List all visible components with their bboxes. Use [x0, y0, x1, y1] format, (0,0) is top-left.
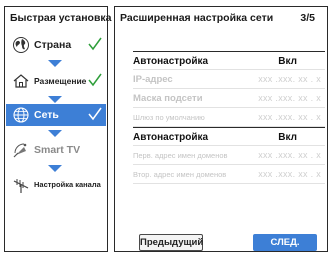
setting-label: Перв. адрес имен доменов: [133, 151, 228, 160]
setting-label: Шлюз по умолчанию: [133, 113, 205, 122]
globe-icon: [13, 37, 29, 53]
step-placement-label: Размещение: [34, 76, 87, 86]
secondary-dns-row: Втор. адрес имен доменов xxx .xxx. xx . …: [133, 165, 325, 184]
subnet-mask-row: Маска подсети xxx .xxx. xx . x: [133, 89, 325, 108]
setting-label: Маска подсети: [133, 93, 203, 104]
antenna-icon: [13, 179, 29, 193]
auto-config-row[interactable]: Автонастройка Вкл: [133, 51, 325, 70]
dns-auto-config-row[interactable]: Автонастройка Вкл: [133, 127, 325, 146]
next-button[interactable]: СЛЕД.: [253, 234, 317, 251]
step-network[interactable]: Сеть: [6, 104, 106, 126]
house-icon: [13, 74, 29, 88]
setting-value: xxx .xxx. xx . x: [258, 93, 321, 103]
step-placement[interactable]: Размещение: [6, 70, 106, 92]
setting-value: xxx .xxx. xx . x: [258, 169, 321, 179]
previous-button[interactable]: Предыдущий: [139, 234, 203, 251]
checkmark-icon: [88, 37, 102, 51]
step-arrow-icon: [48, 96, 62, 103]
step-smart-tv-label: Smart TV: [34, 144, 81, 156]
step-arrow-icon: [48, 130, 62, 137]
page-indicator: 3/5: [300, 12, 315, 24]
step-country[interactable]: Страна: [6, 34, 106, 56]
advanced-network-settings-panel: Расширенная настройка сети 3/5 Автонастр…: [114, 6, 328, 252]
primary-dns-row: Перв. адрес имен доменов xxx .xxx. xx . …: [133, 146, 325, 165]
default-gateway-row: Шлюз по умолчанию xxx .xxx. xx . x: [133, 108, 325, 127]
network-globe-icon: [13, 107, 29, 123]
setting-label: Втор. адрес имен доменов: [133, 170, 227, 179]
setting-label: Автонастройка: [133, 132, 209, 143]
satellite-icon: [13, 143, 27, 158]
setting-value: Вкл: [278, 56, 297, 67]
setting-value: xxx .xxx. xx . x: [258, 74, 321, 84]
step-arrow-icon: [48, 165, 62, 172]
quick-setup-sidebar: Быстрая установка Страна Размещение Сеть…: [4, 6, 112, 252]
sidebar-title: Быстрая установка: [10, 12, 112, 24]
setting-value: Вкл: [278, 132, 297, 143]
setting-label: IP-адрес: [133, 74, 173, 85]
step-channel-setup[interactable]: Настройка канала: [6, 174, 106, 196]
step-network-label: Сеть: [34, 109, 59, 121]
ip-address-row: IP-адрес xxx .xxx. xx . x: [133, 70, 325, 89]
checkmark-icon: [88, 73, 102, 87]
step-country-label: Страна: [34, 39, 72, 51]
setting-label: Автонастройка: [133, 56, 209, 67]
setting-value: xxx .xxx. xx . x: [258, 150, 321, 160]
page-title: Расширенная настройка сети: [120, 12, 274, 24]
step-channel-setup-label: Настройка канала: [34, 180, 101, 189]
checkmark-icon: [88, 107, 102, 121]
setting-value: xxx .xxx. xx . x: [258, 112, 321, 122]
step-smart-tv[interactable]: Smart TV: [6, 139, 106, 161]
step-arrow-icon: [48, 60, 62, 67]
settings-list: Автонастройка Вкл IP-адрес xxx .xxx. xx …: [133, 51, 325, 184]
